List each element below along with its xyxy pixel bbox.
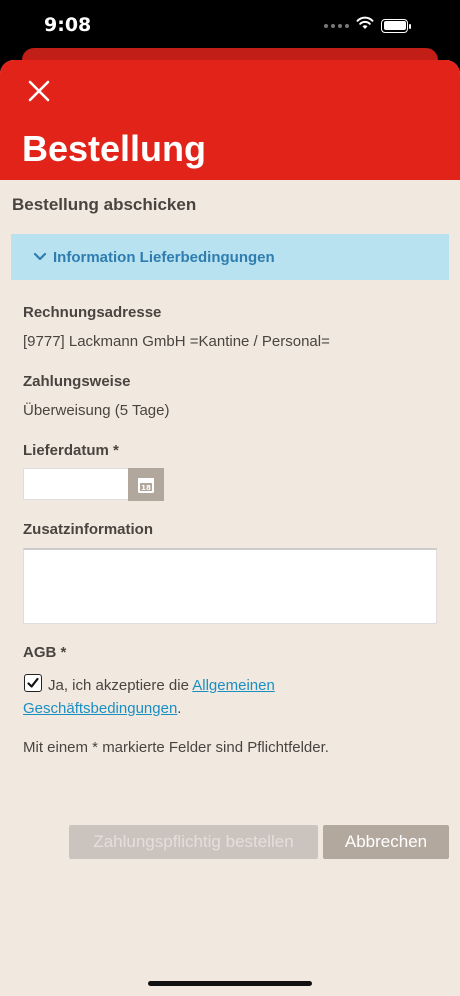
extra-info-textarea[interactable] [23, 548, 437, 624]
section-title: Bestellung abschicken [12, 195, 197, 214]
signal-icon [324, 23, 349, 28]
info-delivery-label: Information Lieferbedingungen [53, 248, 275, 266]
wifi-icon [356, 16, 374, 35]
chevron-down-icon [33, 252, 47, 262]
billing-value: [9777] Lackmann GmbH =Kantine / Personal… [23, 333, 330, 350]
close-button[interactable] [26, 78, 52, 104]
cancel-button[interactable]: Abbrechen [323, 825, 449, 859]
billing-label: Rechnungsadresse [23, 304, 162, 321]
extra-info-label: Zusatzinformation [23, 521, 153, 538]
calendar-button[interactable]: 18 [128, 468, 164, 501]
payment-label: Zahlungsweise [23, 373, 131, 390]
agb-label: AGB * [23, 644, 67, 661]
agb-consent-text: Ja, ich akzeptiere die Allgemeinen Gesch… [23, 674, 423, 720]
sheet-header: Bestellung [0, 60, 460, 180]
status-bar: 9:08 [0, 0, 460, 50]
page-title: Bestellung [22, 128, 207, 169]
calendar-day: 18 [141, 484, 151, 492]
calendar-icon: 18 [138, 477, 154, 493]
battery-icon [381, 18, 411, 33]
delivery-date-label: Lieferdatum * [23, 442, 119, 459]
delivery-date-input[interactable] [23, 468, 129, 500]
required-note: Mit einem * markierte Felder sind Pflich… [23, 739, 329, 756]
order-sheet: Bestellung Bestellung abschicken Informa… [0, 60, 460, 996]
checkmark-icon [27, 677, 39, 688]
agb-text-after: . [177, 700, 182, 717]
home-indicator [148, 981, 312, 986]
agb-checkbox[interactable] [24, 674, 42, 692]
status-icons [324, 16, 411, 35]
payment-value: Überweisung (5 Tage) [23, 402, 170, 419]
agb-text-before: Ja, ich akzeptiere die [48, 677, 193, 694]
info-delivery-toggle[interactable]: Information Lieferbedingungen [11, 234, 449, 280]
order-button[interactable]: Zahlungspflichtig bestellen [69, 825, 318, 859]
close-icon [28, 80, 50, 102]
status-time: 9:08 [44, 14, 92, 36]
